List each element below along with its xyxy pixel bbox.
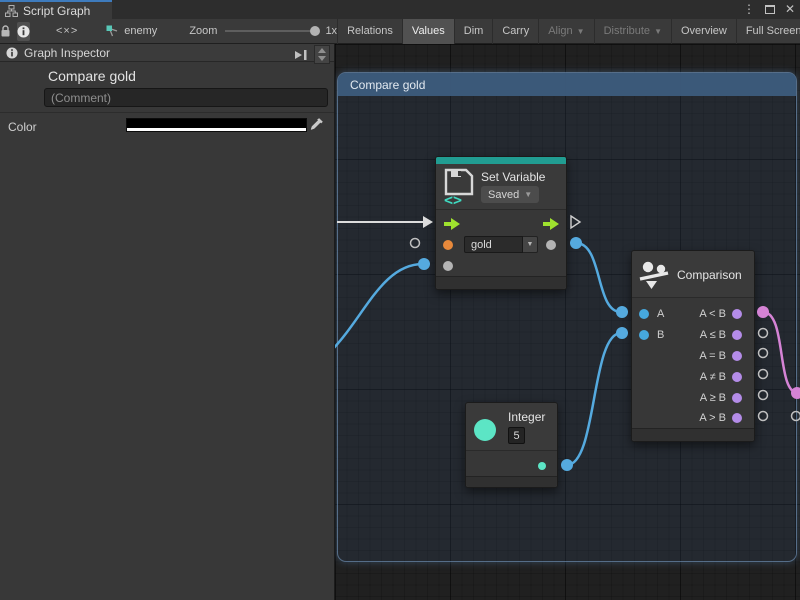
info-icon: [6, 47, 18, 59]
script-graph-window: Script Graph ⋮ ✕ <×>: [0, 0, 800, 600]
output-a-neq-b-port[interactable]: [732, 372, 742, 382]
inspect-button[interactable]: [17, 22, 30, 41]
zoom-label: Zoom: [189, 25, 217, 37]
comment-input[interactable]: [44, 88, 328, 107]
comparison-icon: [639, 261, 669, 291]
node-footer: [436, 276, 566, 289]
spin-down-icon[interactable]: [318, 56, 326, 61]
ports-area: A A < B B A ≤ B A = B A ≠ B: [632, 297, 754, 430]
tab-label: Script Graph: [23, 4, 90, 18]
event-accent-strip: [436, 157, 566, 164]
node-set-variable[interactable]: <> Set Variable Saved ▼: [435, 156, 567, 290]
save-variable-icon: <>: [442, 168, 476, 206]
zoom-slider-knob[interactable]: [310, 26, 320, 36]
carry-toggle[interactable]: Carry: [492, 19, 538, 44]
inspector-spinner[interactable]: [314, 45, 330, 64]
variable-name-field[interactable]: gold: [464, 236, 523, 253]
zoom-control: Zoom 1x: [189, 25, 337, 37]
group-header[interactable]: Compare gold: [338, 73, 796, 96]
output-a-gt-b-port[interactable]: [732, 413, 742, 423]
ports-area: [466, 450, 557, 478]
divider: [0, 112, 334, 113]
graph-inspector-header: Graph Inspector: [0, 44, 334, 62]
output-a-eq-b-port[interactable]: [732, 351, 742, 361]
node-footer: [466, 476, 557, 487]
zoom-value: 1x: [325, 25, 337, 37]
graph-inspector-title: Graph Inspector: [24, 46, 110, 60]
variable-name-port[interactable]: [443, 240, 453, 250]
chevron-down-icon: ▼: [527, 241, 534, 248]
graph-toolbar: <×> enemy Zoom 1x Relations Values Dim C…: [0, 19, 800, 44]
value-row: [436, 256, 566, 276]
variable-picker-dropdown[interactable]: ▼: [523, 236, 538, 253]
dock-panel-icon[interactable]: [294, 49, 308, 61]
port-row: A ≠ B: [632, 366, 754, 387]
titlebar: Script Graph ⋮ ✕: [0, 0, 800, 19]
graph-canvas[interactable]: Compare gold <> Set Variable Saved ▼: [335, 44, 800, 600]
input-b-port[interactable]: [639, 330, 649, 340]
node-title: Integer: [508, 410, 545, 424]
chevron-down-icon: ▼: [577, 27, 585, 36]
node-title: Comparison: [677, 268, 742, 282]
chevron-down-icon: ▼: [524, 190, 532, 199]
flow-out-port[interactable]: [543, 218, 559, 230]
output-a-lte-b-port[interactable]: [732, 330, 742, 340]
zoom-slider[interactable]: [225, 30, 317, 32]
variable-scope-dropdown[interactable]: Saved ▼: [481, 186, 539, 203]
chevron-down-icon: ▼: [654, 27, 662, 36]
node-comparison[interactable]: Comparison A A < B B A ≤ B A = B: [631, 250, 755, 442]
inspector-header-controls: [294, 45, 330, 64]
relations-toggle[interactable]: Relations: [337, 19, 402, 44]
graph-reference-label: enemy: [124, 25, 157, 37]
value-out-port[interactable]: [546, 240, 556, 250]
values-toggle[interactable]: Values: [402, 19, 454, 44]
color-label: Color: [8, 120, 37, 134]
port-row: A = B: [632, 346, 754, 367]
window-menu-icon[interactable]: ⋮: [743, 0, 755, 19]
ports-area: gold ▼: [436, 209, 566, 278]
integer-icon: [474, 419, 496, 441]
flow-row: [436, 214, 566, 234]
flow-in-port[interactable]: [444, 218, 460, 230]
variable-row: gold ▼: [436, 235, 566, 255]
graph-inspector-panel: Graph Inspector Compare gold Color: [0, 44, 335, 600]
eyedropper-icon[interactable]: [309, 116, 325, 132]
full-screen-button[interactable]: Full Screen: [736, 19, 800, 44]
tab-script-graph[interactable]: Script Graph: [0, 0, 112, 19]
input-a-port[interactable]: [639, 309, 649, 319]
spin-up-icon[interactable]: [318, 48, 326, 53]
port-row: B A ≤ B: [632, 325, 754, 346]
lock-button[interactable]: [0, 19, 11, 44]
align-dropdown[interactable]: Align ▼: [538, 19, 593, 44]
close-icon[interactable]: ✕: [785, 0, 795, 19]
lock-icon: [0, 25, 11, 38]
window-controls: ⋮ ✕: [743, 0, 795, 19]
graph-tab-icon: [5, 5, 18, 17]
output-a-gte-b-port[interactable]: [732, 393, 742, 403]
node-integer[interactable]: Integer 5: [465, 402, 558, 488]
port-row: A A < B: [632, 304, 754, 325]
alpha-strip: [127, 128, 306, 131]
node-footer: [632, 428, 754, 441]
integer-value-field[interactable]: 5: [508, 427, 525, 444]
group-title: Compare gold: [350, 78, 425, 92]
node-title: Set Variable: [481, 170, 545, 184]
svg-text:<>: <>: [444, 191, 462, 206]
maximize-icon[interactable]: [765, 5, 775, 14]
value-in-port[interactable]: [443, 261, 453, 271]
overview-button[interactable]: Overview: [671, 19, 736, 44]
info-icon: [17, 25, 30, 38]
graph-node-icon: [106, 25, 119, 38]
code-view-button[interactable]: <×>: [56, 19, 78, 44]
toolbar-toggles: Relations Values Dim Carry Align ▼ Distr…: [337, 19, 800, 44]
port-row: A > B: [632, 408, 754, 429]
dim-toggle[interactable]: Dim: [454, 19, 493, 44]
integer-out-port[interactable]: [538, 462, 546, 470]
graph-title-field[interactable]: Compare gold: [48, 68, 136, 84]
distribute-dropdown[interactable]: Distribute ▼: [594, 19, 671, 44]
output-a-lt-b-port[interactable]: [732, 309, 742, 319]
port-row: A ≥ B: [632, 387, 754, 408]
color-swatch[interactable]: [126, 118, 307, 132]
graph-reference[interactable]: enemy: [106, 25, 157, 38]
